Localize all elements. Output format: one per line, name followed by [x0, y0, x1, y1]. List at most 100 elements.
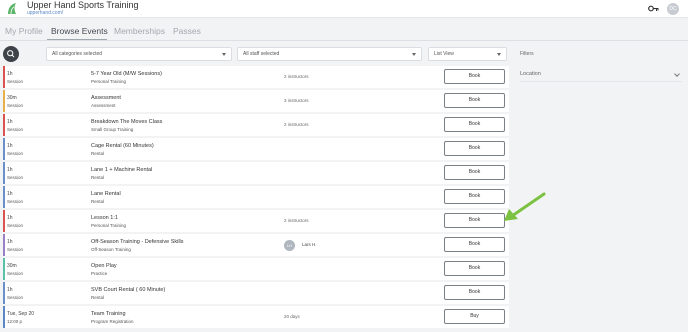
event-title: 5-7 Year Old (M/W Sessions) — [91, 71, 162, 77]
event-info: 2 instructors — [284, 218, 309, 223]
event-type: Session — [7, 223, 24, 228]
book-button[interactable]: Book — [444, 285, 505, 300]
staff-select-value: All staff selected — [243, 51, 280, 57]
app-header: Upper Hand Sports Training upperhand.com… — [0, 0, 688, 18]
chevron-down-icon — [674, 71, 680, 77]
staff-select[interactable]: All staff selected — [237, 47, 422, 61]
event-color-bar — [3, 210, 5, 232]
book-button[interactable]: Book — [444, 189, 505, 204]
event-duration: 1h — [7, 71, 13, 77]
book-button[interactable]: Book — [444, 237, 505, 252]
event-info: 2 instructors — [284, 74, 309, 79]
caret-down-icon — [412, 53, 416, 56]
event-category: Practice — [91, 271, 108, 276]
key-icon[interactable] — [648, 5, 659, 12]
event-color-bar — [3, 306, 5, 328]
event-category: Rental — [91, 175, 105, 180]
event-duration: 1h — [7, 239, 13, 245]
event-color-bar — [3, 186, 5, 208]
event-row[interactable]: 1h Session Breakdown The Moves Class Small … — [3, 114, 509, 136]
app-title: Upper Hand Sports Training — [27, 0, 139, 10]
event-title: SVB Court Rental ( 60 Minute) — [91, 287, 166, 293]
event-info: 3 instructors — [284, 98, 309, 103]
event-type: Session — [7, 199, 24, 204]
book-button[interactable]: Book — [444, 117, 505, 132]
view-select[interactable]: List View — [428, 47, 507, 61]
app-url-link[interactable]: upperhand.com/ — [27, 10, 63, 16]
book-button[interactable]: Book — [444, 69, 505, 84]
event-duration: 1h — [7, 167, 13, 173]
tab-passes[interactable]: Passes — [173, 26, 201, 36]
book-button[interactable]: Book — [444, 141, 505, 156]
event-color-bar — [3, 258, 5, 280]
event-title: Assessment — [91, 95, 121, 101]
event-color-bar — [3, 114, 5, 136]
annotation-arrow-icon — [504, 192, 546, 221]
event-duration: 1h — [7, 191, 13, 197]
view-select-value: List View — [434, 51, 454, 57]
event-row[interactable]: 1h Session Cage Rental (60 Minutes) Rental B… — [3, 138, 509, 160]
event-category: Small Group Training — [91, 127, 134, 132]
search-icon — [7, 50, 15, 58]
category-select[interactable]: All categories selected — [46, 47, 232, 61]
nav-tabs: My Profile Browse Events Memberships Pas… — [0, 22, 688, 41]
event-row[interactable]: Tue, Sep 20 12:00 p Team Training Program R… — [3, 306, 509, 328]
event-type: Session — [7, 151, 24, 156]
event-color-bar — [3, 234, 5, 256]
event-type: Session — [7, 247, 24, 252]
tabs-divider — [0, 40, 688, 41]
event-category: Assessment — [91, 103, 116, 108]
book-button[interactable]: Book — [444, 261, 505, 276]
event-row[interactable]: 1h Session Lesson 1:1 Personal Training 2 in… — [3, 210, 509, 232]
event-type: 12:00 p — [7, 319, 23, 324]
location-filter[interactable]: Location — [520, 68, 682, 82]
event-category: Personal Training — [91, 79, 127, 84]
tab-browse-events[interactable]: Browse Events — [51, 26, 108, 36]
buy-button[interactable]: Buy — [444, 309, 505, 324]
event-category: Personal Training — [91, 223, 127, 228]
staff-name: Lars H. — [302, 242, 317, 247]
event-duration: 30m — [7, 95, 17, 101]
event-category: Off-Season Training — [91, 247, 131, 252]
tab-memberships[interactable]: Memberships — [114, 26, 165, 36]
filters-heading: Filters — [520, 51, 534, 57]
book-button[interactable]: Book — [444, 213, 505, 228]
staff-avatar: LH — [284, 240, 295, 251]
book-button[interactable]: Book — [444, 165, 505, 180]
upper-hand-logo-icon[interactable] — [6, 2, 18, 15]
event-duration: 1h — [7, 143, 13, 149]
event-row[interactable]: 30m Session Assessment Assessment 3 instruct… — [3, 90, 509, 112]
event-title: Off-Season Training - Defensive Skills — [91, 239, 184, 245]
event-title: Lane 1 + Machine Rental — [91, 167, 153, 173]
event-title: Breakdown The Moves Class — [91, 119, 163, 125]
event-row[interactable]: 1h Session Lane 1 + Machine Rental Rental Bo… — [3, 162, 509, 184]
event-title: Lane Rental — [91, 191, 121, 197]
event-duration: 30m — [7, 263, 17, 269]
event-color-bar — [3, 90, 5, 112]
event-row[interactable]: 1h Session Lane Rental Rental Book — [3, 186, 509, 208]
event-color-bar — [3, 162, 5, 184]
event-color-bar — [3, 138, 5, 160]
event-type: Session — [7, 79, 24, 84]
event-duration: Tue, Sep 20 — [7, 311, 35, 317]
event-row[interactable]: 30m Session Open Play Practice Book — [3, 258, 509, 280]
user-avatar[interactable]: DC — [667, 3, 679, 15]
event-row[interactable]: 1h Session Off-Season Training - Defensive… — [3, 234, 509, 256]
event-duration: 1h — [7, 215, 13, 221]
event-color-bar — [3, 66, 5, 88]
caret-down-icon — [497, 53, 501, 56]
tab-my-profile[interactable]: My Profile — [5, 26, 43, 36]
search-button[interactable] — [3, 46, 19, 62]
event-row[interactable]: 1h Session SVB Court Rental ( 60 Minute) Re… — [3, 282, 509, 304]
event-row[interactable]: 1h Session 5-7 Year Old (M/W Sessions) Pers… — [3, 66, 509, 88]
book-button[interactable]: Book — [444, 93, 505, 108]
event-duration: 1h — [7, 119, 13, 125]
location-filter-label: Location — [520, 71, 541, 77]
event-title: Lesson 1:1 — [91, 215, 118, 221]
event-type: Session — [7, 103, 24, 108]
category-select-value: All categories selected — [52, 51, 103, 57]
event-category: Rental — [91, 295, 105, 300]
event-category: Rental — [91, 151, 105, 156]
event-title: Open Play — [91, 263, 117, 269]
event-color-bar — [3, 282, 5, 304]
